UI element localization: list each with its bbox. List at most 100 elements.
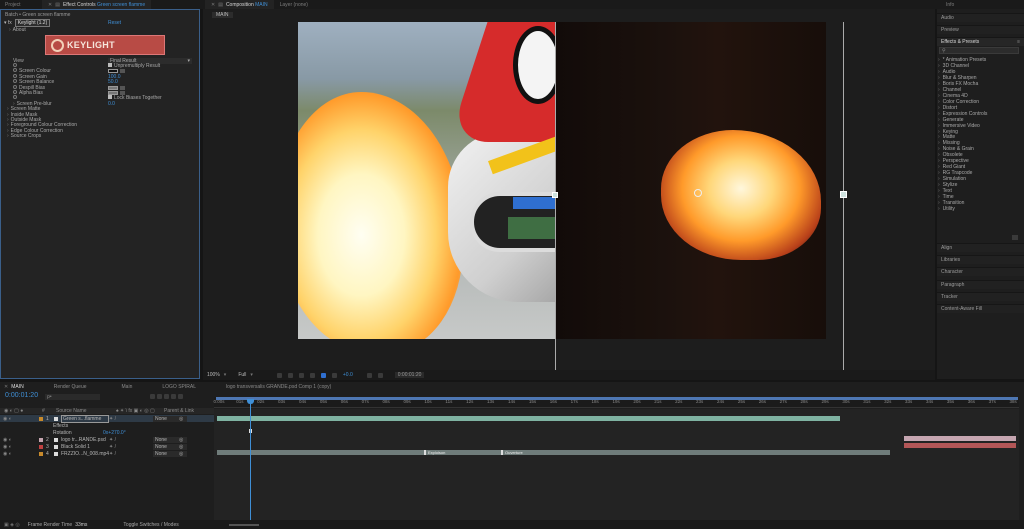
pickwhip-icon[interactable]: ◎ <box>179 451 183 457</box>
preview-panel-tab[interactable]: Preview <box>937 25 1024 34</box>
exposure-value[interactable]: +0.0 <box>343 372 353 378</box>
pickwhip-icon[interactable]: ◎ <box>179 416 183 422</box>
effects-category[interactable]: › Utility <box>938 206 955 212</box>
pickwhip-icon[interactable]: ◎ <box>179 437 183 443</box>
layer-row[interactable]: ◉ ◐ 3 Black Solid 1 ✦ / None ◎ <box>0 443 214 450</box>
resolution-select[interactable]: Full <box>238 372 246 378</box>
shy-icon[interactable] <box>157 394 162 399</box>
layer-bar-4[interactable] <box>217 450 890 455</box>
eyedropper-icon[interactable] <box>120 69 125 74</box>
layer-bar-3[interactable] <box>904 443 1016 448</box>
layer-row[interactable]: ◉ ◐ 4 FRZZIO...N_008.mp4 ✦ / None ◎ <box>0 450 214 457</box>
chevron-down-icon[interactable]: ▾ <box>250 372 253 378</box>
show-snapshot-icon[interactable] <box>377 372 383 378</box>
effects-scrollbar[interactable] <box>1012 235 1018 240</box>
checkbox[interactable] <box>108 63 112 68</box>
right-panel-tab[interactable]: Character <box>937 267 1024 277</box>
frame-blending-icon[interactable] <box>164 394 169 399</box>
stopwatch-icon[interactable] <box>13 68 17 73</box>
menu-icon[interactable]: ≡ <box>1017 39 1020 45</box>
layer-name[interactable]: logo tr...RANDE.psd <box>61 437 109 443</box>
right-panel-tab[interactable]: Tracker <box>937 291 1024 301</box>
switches[interactable]: ✦ / <box>109 451 153 457</box>
zoom-slider[interactable] <box>228 523 259 526</box>
fx-icon[interactable]: ▾ fx <box>4 20 12 26</box>
layer-row[interactable]: Effects <box>0 422 214 429</box>
mask-icon[interactable] <box>298 372 304 378</box>
motion-blur-icon[interactable] <box>171 394 176 399</box>
layer-bar-1[interactable] <box>217 416 840 421</box>
close-icon[interactable]: ✕ <box>4 384 8 390</box>
right-panel-tab[interactable]: Libraries <box>937 255 1024 265</box>
effects-presets-tab[interactable]: Effects & Presets ≡ <box>937 37 1024 46</box>
label-color-chip[interactable] <box>39 431 43 435</box>
rotation-value[interactable]: 0x+270.0° <box>103 430 126 436</box>
chevron-right-icon[interactable]: › <box>7 133 9 139</box>
color-swatch[interactable] <box>108 91 118 96</box>
layer-name[interactable]: Rotation <box>53 430 101 436</box>
color-swatch[interactable] <box>108 69 118 74</box>
layer-name[interactable]: Black Solid 1 <box>61 444 109 450</box>
timeline-tab-logo-comp[interactable]: logo transversalis GRANDE.psd Comp 1 (co… <box>226 384 331 390</box>
label-color-chip[interactable] <box>39 451 43 456</box>
av-switches[interactable]: ◉ ◐ <box>3 416 27 422</box>
av-switches[interactable]: ◉ ◐ <box>3 437 27 443</box>
color-management-icon[interactable] <box>331 372 337 378</box>
switches[interactable]: ✦ / <box>109 444 153 450</box>
stopwatch-icon[interactable] <box>13 79 17 84</box>
chevron-down-icon[interactable]: ▾ <box>224 372 227 378</box>
guide-handle[interactable] <box>840 191 847 198</box>
graph-editor-icon[interactable] <box>178 394 183 399</box>
reset-link[interactable]: Reset <box>108 20 121 26</box>
region-icon[interactable] <box>276 372 282 378</box>
label-color-chip[interactable] <box>39 424 43 428</box>
comp-flowchart-icon[interactable] <box>150 394 155 399</box>
color-swatch[interactable] <box>108 85 118 90</box>
tab-composition[interactable]: ✕ ▤ Composition MAIN <box>205 0 274 9</box>
effect-row[interactable]: ▾ fx Keylight (1.2) Reset <box>1 18 199 27</box>
timeline-tab-logo-spiral[interactable]: LOGO SPIRAL <box>162 384 196 390</box>
stopwatch-icon[interactable] <box>13 73 17 78</box>
stopwatch-icon[interactable] <box>13 90 17 95</box>
comp-subtab[interactable]: MAIN <box>212 12 233 18</box>
switches[interactable]: ✦ / <box>109 437 153 443</box>
transparency-grid-icon[interactable] <box>287 372 293 378</box>
marker-ouverture[interactable]: Ouverture <box>501 450 523 455</box>
render-icon[interactable]: ▣ ◈ ◎ <box>4 522 20 528</box>
layer-row[interactable]: Rotation 0x+270.0° <box>0 429 214 436</box>
stopwatch-icon[interactable] <box>13 84 17 89</box>
timeline-search-input[interactable]: ρ• <box>45 394 100 400</box>
layer-row[interactable]: ◉ ◐ 1 Green s...flamme ✦ / None ◎ <box>0 414 214 423</box>
toggle-switches-modes[interactable]: Toggle Switches / Modes <box>123 522 178 528</box>
eyedropper-icon[interactable] <box>120 91 125 96</box>
layer-name[interactable]: FRZZIO...N_008.mp4 <box>61 451 109 457</box>
label-color-chip[interactable] <box>39 444 43 449</box>
timeline-tab-render-queue[interactable]: Render Queue <box>54 384 87 390</box>
chevron-right-icon[interactable]: › <box>9 27 11 33</box>
channel-icon[interactable] <box>320 372 326 378</box>
split-handle[interactable] <box>552 192 558 198</box>
layer-name[interactable]: Effects <box>53 423 101 429</box>
layer-row[interactable]: ◉ ◐ 2 logo tr...RANDE.psd ✦ / None ◎ <box>0 436 214 443</box>
tab-effect-controls[interactable]: ✕ ▤ Effect Controls Green screen flamme <box>42 0 152 9</box>
pickwhip-icon[interactable]: ◎ <box>179 444 183 450</box>
tab-info[interactable]: Info <box>940 0 960 9</box>
timeline-tab-main[interactable]: MAIN <box>11 384 24 390</box>
av-switches[interactable]: ◉ ◐ <box>3 444 27 450</box>
right-panel-tab[interactable]: Paragraph <box>937 279 1024 289</box>
right-panel-tab[interactable]: Align <box>937 243 1024 252</box>
effect-name[interactable]: Keylight (1.2) <box>14 18 51 27</box>
av-switches[interactable]: ◉ ◐ <box>3 451 27 457</box>
camera-icon[interactable] <box>366 372 372 378</box>
marker-explosion[interactable]: Exploison <box>424 450 445 455</box>
zoom-select[interactable]: 100% <box>207 372 220 378</box>
viewer-timecode[interactable]: 0:00:01:20 <box>394 372 425 378</box>
playhead-handle[interactable] <box>247 399 254 404</box>
audio-panel-tab[interactable]: Audio <box>937 13 1024 22</box>
right-panel-tab[interactable]: Content-Aware Fill <box>937 304 1024 313</box>
eyedropper-icon[interactable] <box>120 85 125 90</box>
label-color-chip[interactable] <box>39 416 43 421</box>
checkbox[interactable] <box>108 95 112 100</box>
switches[interactable]: ✦ / <box>109 416 153 422</box>
effect-control-row[interactable]: › Source Crops <box>1 133 199 139</box>
